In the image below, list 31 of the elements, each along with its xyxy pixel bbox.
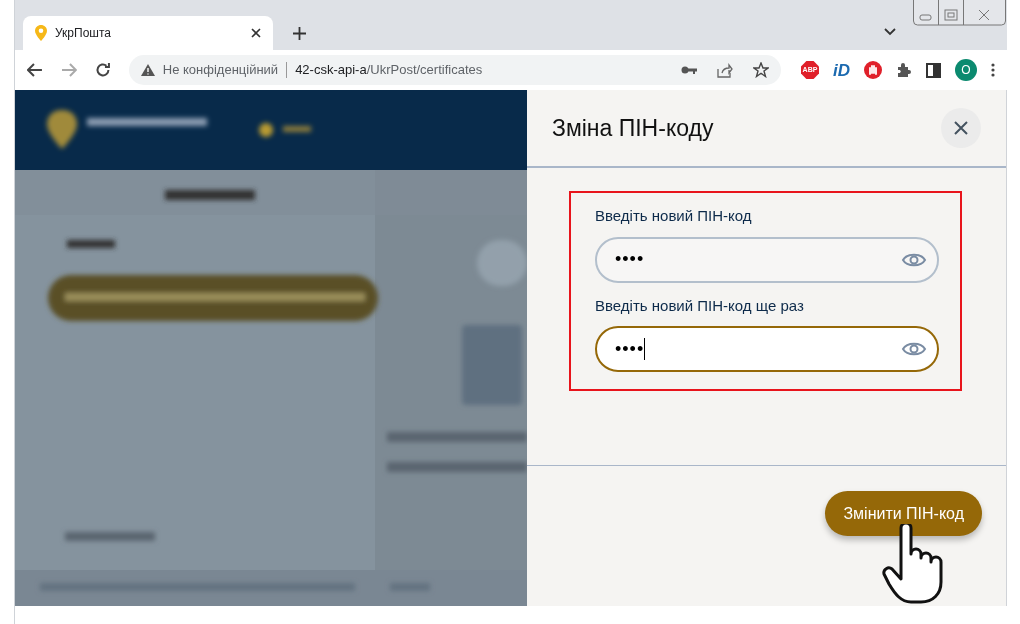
address-bar[interactable]: Не конфіденційний 42-csk-api-a/UkrPost/certificates [128, 55, 781, 85]
more-icon[interactable] [991, 62, 995, 78]
url-text: 42-csk-api-a/UkrPost/certificates [295, 61, 483, 80]
field-label: Введіть новий ПІН-код ще раз [595, 295, 805, 316]
reload-icon[interactable] [94, 62, 111, 78]
warning-icon [140, 64, 155, 76]
side-panel-icon[interactable] [926, 62, 941, 78]
browser-tab[interactable]: УкрПошта [23, 16, 273, 50]
eye-icon[interactable] [901, 340, 927, 358]
chevron-down-icon[interactable] [884, 28, 896, 36]
puzzle-icon[interactable] [896, 62, 912, 78]
window-controls-drawing[interactable] [913, 0, 1006, 26]
field-label: Введіть новий ПІН-код [595, 206, 753, 226]
pin-input-field[interactable]: •••• [595, 326, 939, 372]
star-icon[interactable] [753, 62, 769, 78]
close-icon [954, 121, 968, 135]
share-icon[interactable] [717, 62, 733, 78]
hand-stop-icon[interactable] [864, 61, 882, 79]
pin-icon [35, 25, 47, 41]
close-button[interactable] [941, 108, 981, 148]
dialog-title: Зміна ПІН-коду [552, 113, 714, 143]
close-icon[interactable] [251, 28, 261, 38]
tab-title: УкрПошта [55, 25, 112, 42]
key-icon[interactable] [681, 66, 697, 74]
profile-avatar[interactable]: O [955, 59, 977, 81]
back-arrow-icon[interactable] [27, 63, 43, 77]
pin-input-field[interactable]: •••• [595, 236, 939, 283]
new-tab-icon[interactable] [293, 27, 306, 40]
change-pin-button[interactable]: Змінити ПІН-код [825, 491, 982, 536]
security-label: Не конфіденційний [162, 61, 279, 80]
id-extension-icon[interactable]: iD [833, 61, 850, 79]
